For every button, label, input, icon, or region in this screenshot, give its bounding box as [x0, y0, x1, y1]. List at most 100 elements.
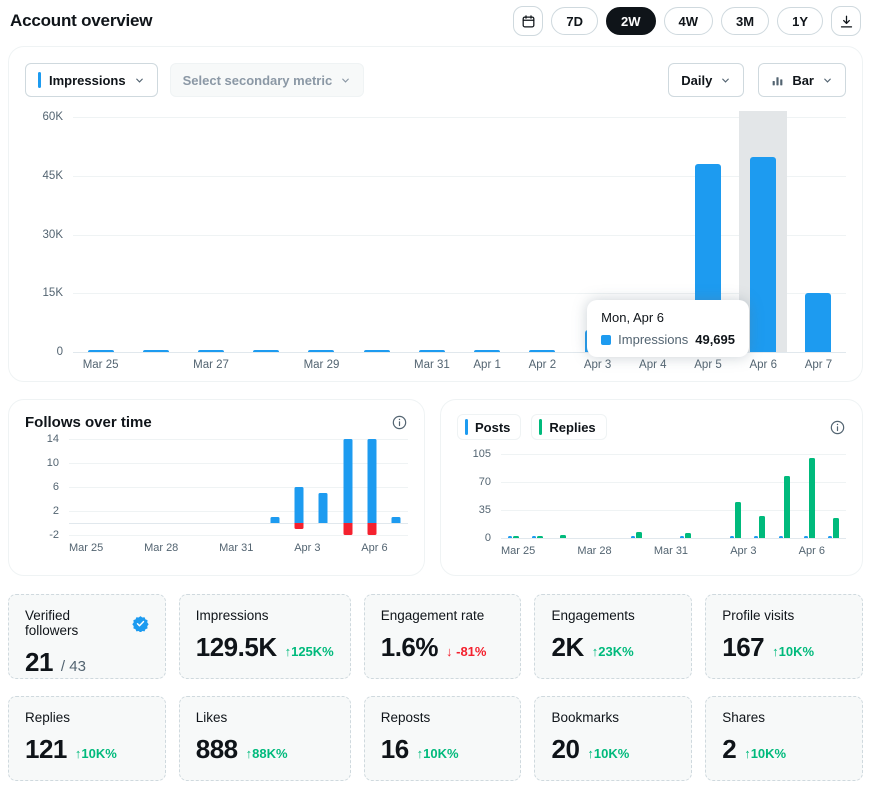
secondary-metric-select[interactable]: Select secondary metric	[169, 63, 365, 97]
impressions-bar[interactable]	[142, 350, 169, 352]
impressions-chart-card: Impressions Select secondary metric Dail…	[8, 46, 863, 382]
posts-bar[interactable]	[631, 536, 636, 538]
posts-bar[interactable]	[778, 536, 783, 538]
unfollows-bar[interactable]	[294, 523, 304, 529]
header: Account overview 7D 2W 4W 3M 1Y	[8, 6, 863, 46]
posts-bar[interactable]	[532, 536, 537, 538]
impressions-bar[interactable]	[198, 350, 225, 352]
impressions-bar[interactable]	[253, 350, 280, 352]
follows-bar[interactable]	[318, 493, 328, 523]
follows-bar[interactable]	[270, 517, 280, 523]
tooltip-value: 49,695	[695, 332, 735, 347]
bar-slot-mar-31	[214, 439, 238, 535]
chevron-down-icon	[824, 78, 831, 83]
metric-cards: Verified followers 21 / 43 Impressions 129.5…	[8, 594, 863, 781]
follows-bar[interactable]	[294, 487, 304, 523]
metric-value-row: 20 ↑10K%	[551, 734, 675, 765]
replies-bar[interactable]	[559, 534, 566, 538]
metric-label-text: Likes	[195, 710, 228, 725]
bar-slot-mar-26	[526, 454, 551, 538]
follows-title: Follows over time	[25, 414, 152, 431]
metric-card-engagement-rate: Engagement rate 1.6% ↓ -81%	[363, 594, 522, 679]
y-axis-label: 60K	[42, 111, 63, 123]
impressions-bar[interactable]	[363, 350, 390, 352]
impressions-bar[interactable]	[529, 349, 556, 352]
posts-bar[interactable]	[680, 536, 685, 538]
follows-card: Follows over time Mar 25 Mar 28 Mar 31 Apr …	[8, 399, 425, 576]
legend-posts-label: Posts	[475, 419, 511, 435]
impressions-bar[interactable]	[750, 157, 777, 352]
follows-bar[interactable]	[367, 439, 377, 523]
posts-bar[interactable]	[507, 536, 512, 538]
y-axis-label: 14	[46, 433, 59, 445]
x-axis-label: Apr 6	[361, 542, 388, 554]
range-7d[interactable]: 7D	[551, 7, 599, 35]
metric-value: 888	[195, 734, 238, 764]
replies-bar[interactable]	[636, 531, 643, 538]
follows-x-axis: Mar 25 Mar 28 Mar 31 Apr 3 Apr 6	[69, 542, 408, 554]
granularity-select[interactable]: Daily	[668, 63, 745, 97]
info-icon[interactable]	[391, 414, 408, 431]
range-1y[interactable]: 1Y	[777, 7, 823, 35]
impressions-bar[interactable]	[87, 350, 114, 352]
legend-replies[interactable]: Replies	[531, 414, 607, 440]
x-axis-label	[349, 359, 404, 371]
metric-delta: ↑23K%	[591, 644, 634, 659]
x-axis-label	[688, 545, 709, 557]
follows-card-header: Follows over time	[25, 414, 408, 431]
impressions-bar[interactable]	[805, 293, 832, 352]
bar-slot-mar-30	[624, 454, 649, 538]
metric-card-reposts: Reposts 16 ↑10K%	[363, 696, 522, 781]
follows-bar[interactable]	[343, 439, 353, 523]
export-button[interactable]	[831, 6, 861, 36]
metric-delta: ↑10K%	[744, 746, 787, 761]
posts-replies-chart: Mar 25 Mar 28 Mar 31 Apr 3 Apr 6 105 70 35 0	[457, 446, 846, 557]
unfollows-bar[interactable]	[343, 523, 353, 535]
range-4w[interactable]: 4W	[663, 7, 714, 35]
chart-type-select[interactable]: Bar	[758, 63, 846, 97]
x-axis-label: Apr 5	[694, 359, 722, 371]
metric-label: Engagement rate	[381, 608, 505, 623]
y-axis-label: 2	[52, 505, 59, 517]
info-icon[interactable]	[829, 419, 846, 436]
bar-slot-mar-28	[142, 439, 166, 535]
bar-slot-apr-4	[311, 439, 335, 535]
unfollows-bar[interactable]	[367, 523, 377, 535]
replies-bar[interactable]	[783, 475, 790, 538]
posts-bar[interactable]	[828, 536, 833, 538]
impressions-bar[interactable]	[308, 350, 335, 352]
metric-label-text: Bookmarks	[551, 710, 620, 725]
chart-controls: Impressions Select secondary metric Dail…	[25, 63, 846, 97]
posts-bar[interactable]	[754, 536, 759, 538]
replies-bar[interactable]	[759, 515, 766, 538]
posts-bar[interactable]	[803, 536, 808, 538]
metric-label-text: Verified followers	[25, 608, 79, 638]
impressions-bar[interactable]	[418, 350, 445, 352]
follows-bar[interactable]	[391, 517, 401, 523]
metric-label-text: Replies	[25, 710, 71, 725]
impressions-bar[interactable]	[474, 350, 501, 352]
x-axis-label: Mar 25	[82, 359, 119, 371]
replies-bar[interactable]	[685, 533, 692, 538]
y-axis-label: 10	[46, 457, 59, 469]
calendar-button[interactable]	[513, 6, 544, 36]
posts-replies-legend: Posts Replies	[457, 414, 607, 440]
impressions-swatch	[601, 334, 612, 345]
bar-slot-mar-27	[550, 454, 575, 538]
range-3m[interactable]: 3M	[721, 7, 770, 35]
range-2w[interactable]: 2W	[606, 7, 656, 35]
replies-bar[interactable]	[512, 536, 519, 538]
posts-bar[interactable]	[729, 536, 734, 538]
metric-label: Likes	[196, 710, 334, 725]
replies-bar[interactable]	[808, 458, 815, 538]
bar-slot-mar-25	[501, 454, 526, 538]
bar-slot-mar-30	[190, 439, 214, 535]
replies-bar[interactable]	[833, 518, 840, 538]
legend-posts[interactable]: Posts	[457, 414, 522, 440]
replies-bar[interactable]	[734, 502, 741, 538]
y-axis-label: 30K	[42, 228, 63, 241]
replies-bar[interactable]	[537, 535, 544, 538]
x-axis-label	[178, 542, 198, 554]
metric-delta: ↑88K%	[245, 746, 288, 761]
primary-metric-select[interactable]: Impressions	[25, 63, 158, 97]
